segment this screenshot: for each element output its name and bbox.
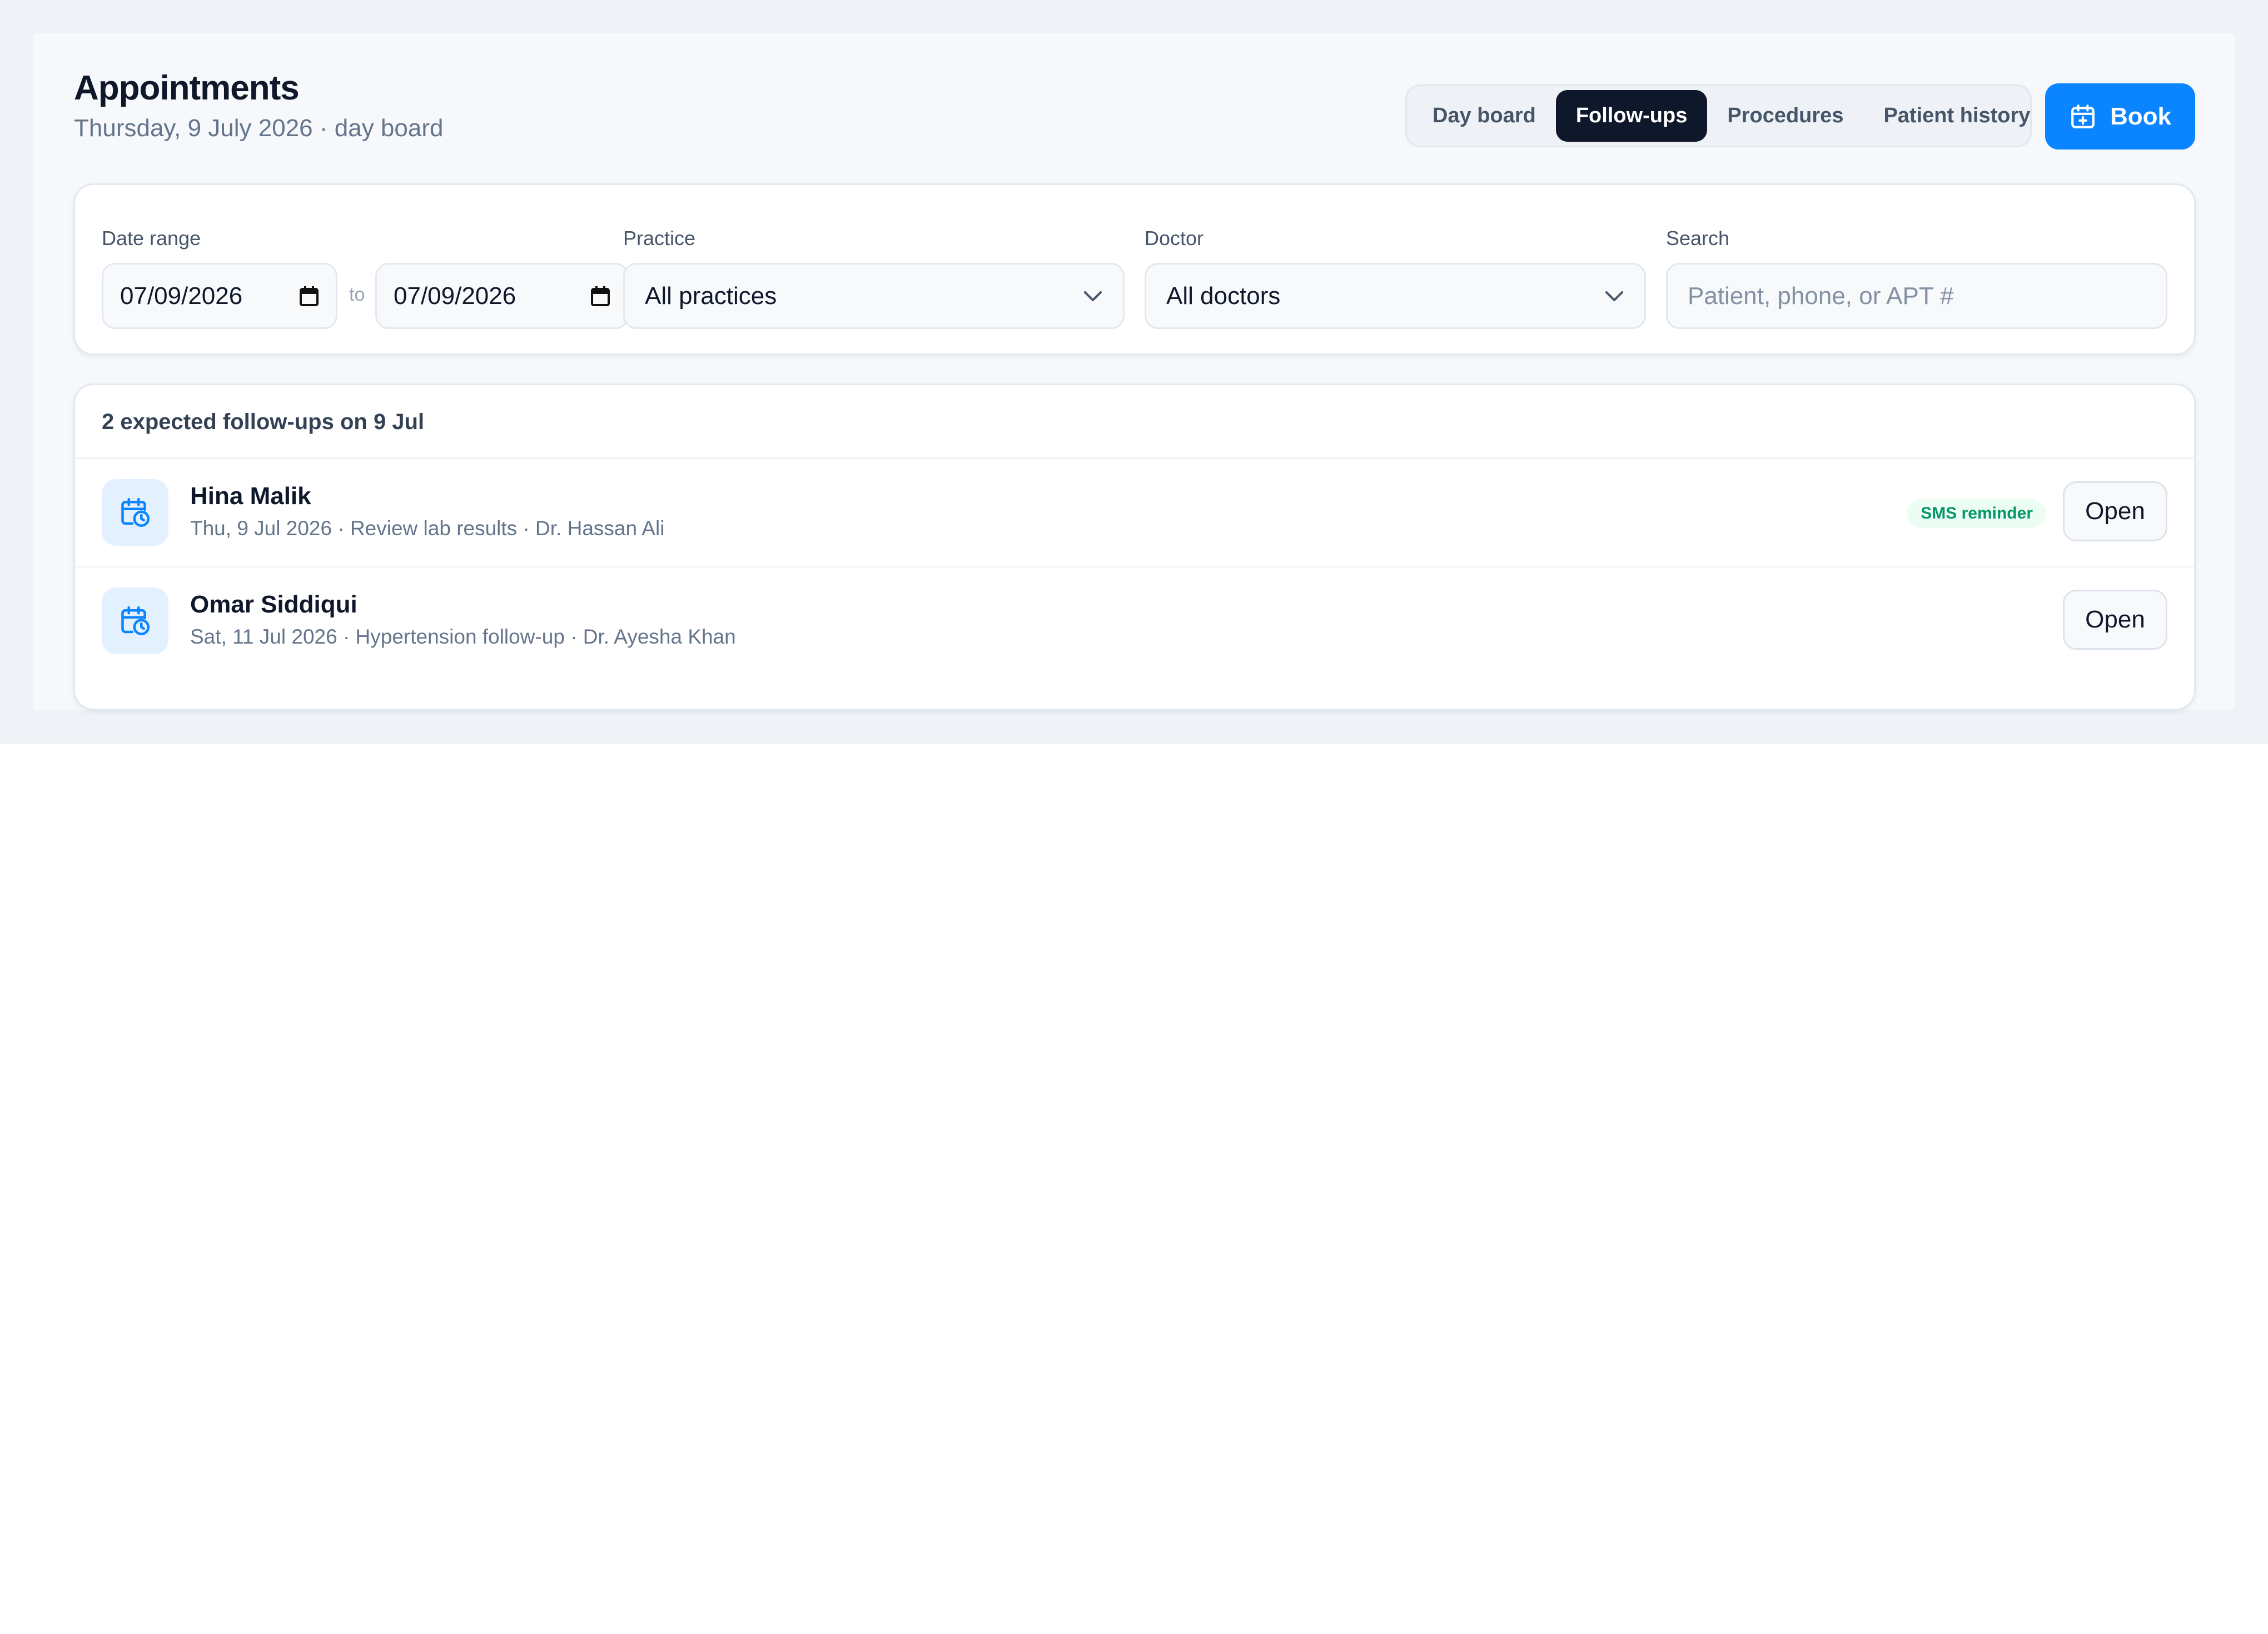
calendar-icon[interactable] (590, 286, 610, 307)
tab-procedures[interactable]: Procedures (1707, 90, 1863, 142)
date-range-separator: to (349, 284, 365, 305)
doctor-select-value: All doctors (1166, 282, 1281, 310)
calendar-icon[interactable] (299, 286, 319, 307)
tab-follow-ups[interactable]: Follow-ups (1555, 90, 1708, 142)
date-to-value: 07/09/2026 (394, 282, 516, 310)
follow-ups-list: 2 expected follow-ups on 9 Jul Hina Mali… (73, 383, 2196, 710)
date-from-input[interactable]: 07/09/2026 (102, 263, 337, 329)
page-header: Appointments Thursday, 9 July 2026 · day… (74, 67, 443, 144)
doctor-label: Doctor (1145, 227, 1204, 250)
filter-panel: Date range Practice Doctor Search 07/09/… (73, 183, 2196, 355)
practice-label: Practice (623, 227, 696, 250)
date-range-label: Date range (102, 227, 201, 250)
practice-select[interactable]: All practices (623, 263, 1125, 329)
sms-reminder-badge: SMS reminder (1907, 499, 2046, 528)
calendar-clock-icon (102, 479, 168, 546)
tab-patient-history[interactable]: Patient history (1863, 90, 2050, 142)
search-placeholder: Patient, phone, or APT # (1688, 282, 1954, 310)
open-button[interactable]: Open (2063, 590, 2167, 650)
follow-up-row: Omar Siddiqui Sat, 11 Jul 2026 · Hyperte… (75, 567, 2194, 676)
calendar-clock-icon (102, 587, 168, 654)
appointment-details: Thu, 9 Jul 2026 · Review lab results · D… (190, 517, 665, 540)
view-tabs: Day board Follow-ups Procedures Patient … (1405, 84, 2032, 147)
follow-up-row: Hina Malik Thu, 9 Jul 2026 · Review lab … (75, 459, 2194, 567)
chevron-down-icon (1605, 291, 1623, 301)
search-input[interactable]: Patient, phone, or APT # (1666, 263, 2167, 329)
appointments-page: Appointments Thursday, 9 July 2026 · day… (33, 33, 2235, 710)
calendar-plus-icon (2071, 104, 2095, 128)
follow-ups-heading: 2 expected follow-ups on 9 Jul (75, 385, 2194, 459)
open-button[interactable]: Open (2063, 481, 2167, 541)
tab-day-board[interactable]: Day board (1412, 90, 1556, 142)
search-label: Search (1666, 227, 1730, 250)
patient-name: Hina Malik (190, 482, 311, 510)
practice-select-value: All practices (645, 282, 777, 310)
page-title: Appointments (74, 69, 300, 107)
patient-name: Omar Siddiqui (190, 591, 357, 618)
doctor-select[interactable]: All doctors (1145, 263, 1646, 329)
book-button[interactable]: Book (2045, 83, 2195, 150)
date-from-value: 07/09/2026 (120, 282, 243, 310)
appointment-details: Sat, 11 Jul 2026 · Hypertension follow-u… (190, 625, 736, 648)
book-button-label: Book (2110, 102, 2171, 130)
chevron-down-icon (1084, 291, 1102, 301)
page-subtitle: Thursday, 9 July 2026 · day board (74, 114, 444, 142)
date-to-input[interactable]: 07/09/2026 (375, 263, 629, 329)
